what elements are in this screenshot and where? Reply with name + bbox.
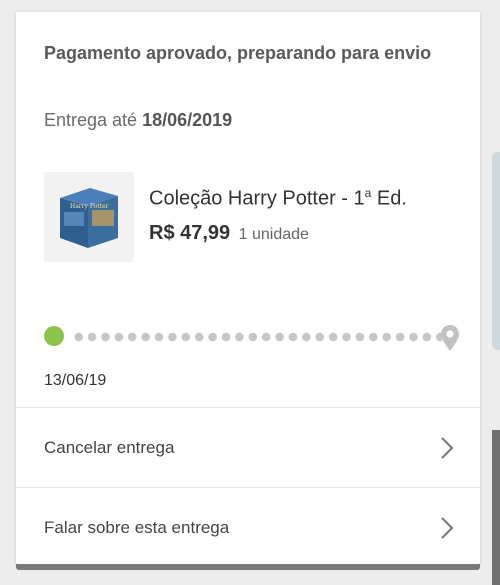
chevron-right-icon [441,437,454,459]
delivery-date: 18/06/2019 [142,110,233,130]
product-box-image: Harry Potter [60,188,118,248]
product-price: R$ 47,99 [149,222,231,244]
cancel-delivery-button[interactable]: Cancelar entrega [16,408,480,487]
tracker-progress-dots [72,332,442,342]
tracker-start-dot [44,326,64,346]
location-pin-icon [441,325,459,351]
delivery-prefix: Entrega até [44,110,138,130]
delivery-estimate: Entrega até 18/06/2019 [44,110,232,131]
talk-about-delivery-button[interactable]: Falar sobre esta entrega [16,488,480,567]
box-logo-text: Harry Potter [70,203,109,210]
order-status-heading: Pagamento aprovado, preparando para envi… [44,43,432,63]
chevron-right-icon [441,517,454,539]
shipment-tracker [44,324,462,354]
background-scroll-edge-dark [492,430,500,585]
cancel-delivery-label: Cancelar entrega [44,437,175,457]
product-thumbnail[interactable]: Harry Potter [44,172,134,262]
product-price-line: R$ 47,99 1 unidade [149,222,309,245]
product-title-suffix: Ed. [371,187,407,210]
product-quantity: 1 unidade [238,226,309,243]
background-scroll-edge [492,152,500,350]
card-bottom-shadow [16,564,480,570]
shipment-card: Pagamento aprovado, preparando para envi… [16,12,480,564]
product-title-main: Coleção Harry Potter - 1 [149,187,365,210]
talk-about-delivery-label: Falar sobre esta entrega [44,517,230,537]
tracker-start-date: 13/06/19 [44,372,107,389]
product-title[interactable]: Coleção Harry Potter - 1a Ed. [149,186,407,211]
